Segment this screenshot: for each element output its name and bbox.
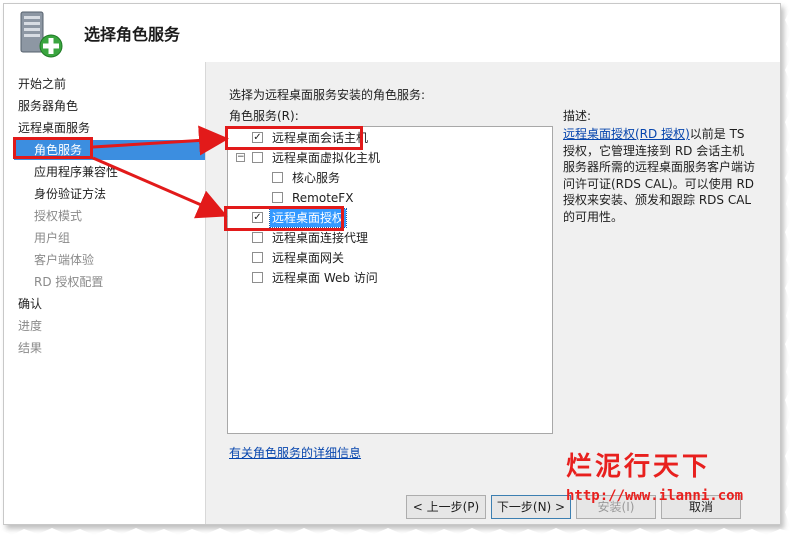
role-services-label: 角色服务(R): [229, 109, 299, 123]
sidebar-item-server-roles[interactable]: 服务器角色 [18, 96, 78, 116]
sidebar-item-client-experience: 客户端体验 [34, 253, 95, 267]
sidebar-item-progress: 进度 [18, 319, 43, 333]
sidebar-item-before-you-begin[interactable]: 开始之前 [18, 74, 66, 94]
checkbox-core-services[interactable] [272, 172, 283, 183]
role-services-tree[interactable]: ✓ 远程桌面会话主机 − 远程桌面虚拟化主机 核心服务 RemoteFX ✓ 远… [227, 126, 553, 434]
more-info-link[interactable]: 有关角色服务的详细信息 [229, 444, 361, 461]
prev-button[interactable]: < 上一步(P) [406, 495, 486, 519]
annotation-box-session-host [225, 126, 363, 150]
site-watermark: 烂泥行天下 http://www.ilanni.com [566, 446, 780, 516]
wizard-header: 选择角色服务 [4, 4, 780, 62]
tree-item-label: 远程桌面连接代理 [272, 231, 369, 245]
tree-item-label: 核心服务 [292, 171, 341, 185]
watermark-brand: 烂泥行天下 [566, 452, 712, 482]
checkbox-rd-virtualization-host[interactable] [252, 152, 263, 163]
tree-item-remotefx[interactable]: RemoteFX [234, 189, 534, 207]
tree-item-rd-virtualization-host[interactable]: − 远程桌面虚拟化主机 [234, 149, 534, 167]
sidebar-item-rd-licensing-config: RD 授权配置 [34, 275, 104, 289]
watermark-url: http://www.ilanni.com [566, 488, 744, 504]
tree-item-rd-connection-broker[interactable]: 远程桌面连接代理 [234, 229, 534, 247]
server-add-icon [20, 11, 63, 58]
annotation-box-role-services [13, 137, 93, 159]
sidebar-item-user-groups: 用户组 [34, 231, 71, 245]
collapse-icon[interactable]: − [236, 153, 245, 162]
tree-item-core-services[interactable]: 核心服务 [234, 169, 534, 187]
tree-item-rd-gateway[interactable]: 远程桌面网关 [234, 249, 534, 267]
annotation-box-licensing [224, 206, 344, 231]
sidebar-item-licensing-mode: 授权模式 [34, 209, 83, 223]
wizard-sidebar: 开始之前 服务器角色 远程桌面服务 角色服务 应用程序兼容性 身份验证方法 授权… [4, 62, 205, 524]
description-body: 以前是 TS 授权，它管理连接到 RD 会话主机服务器所需的远程桌面服务客户端访… [563, 127, 756, 224]
sidebar-item-rds[interactable]: 远程桌面服务 [18, 118, 90, 138]
tree-item-label: 远程桌面虚拟化主机 [272, 151, 381, 165]
tree-item-label: 远程桌面 Web 访问 [272, 271, 378, 285]
next-button[interactable]: 下一步(N) > [491, 495, 571, 519]
checkbox-rd-connection-broker[interactable] [252, 232, 263, 243]
torn-edge-bottom [0, 528, 796, 538]
checkbox-rd-web-access[interactable] [252, 272, 263, 283]
sidebar-item-results: 结果 [18, 341, 43, 355]
description-text: 远程桌面授权(RD 授权)以前是 TS 授权，它管理连接到 RD 会话主机服务器… [563, 126, 755, 225]
tree-item-label: RemoteFX [292, 191, 354, 205]
checkbox-remotefx[interactable] [272, 192, 283, 203]
checkbox-rd-gateway[interactable] [252, 252, 263, 263]
tree-item-label: 远程桌面网关 [272, 251, 345, 265]
instruction-text: 选择为远程桌面服务安装的角色服务: [229, 88, 426, 102]
torn-edge-right [785, 0, 796, 538]
tree-item-rd-web-access[interactable]: 远程桌面 Web 访问 [234, 269, 534, 287]
page-title: 选择角色服务 [84, 25, 181, 44]
description-label: 描述: [563, 109, 592, 123]
sidebar-item-confirmation[interactable]: 确认 [18, 294, 42, 314]
description-link[interactable]: 远程桌面授权(RD 授权) [563, 127, 690, 141]
sidebar-item-auth-method[interactable]: 身份验证方法 [34, 184, 106, 204]
sidebar-item-app-compat[interactable]: 应用程序兼容性 [34, 162, 118, 182]
